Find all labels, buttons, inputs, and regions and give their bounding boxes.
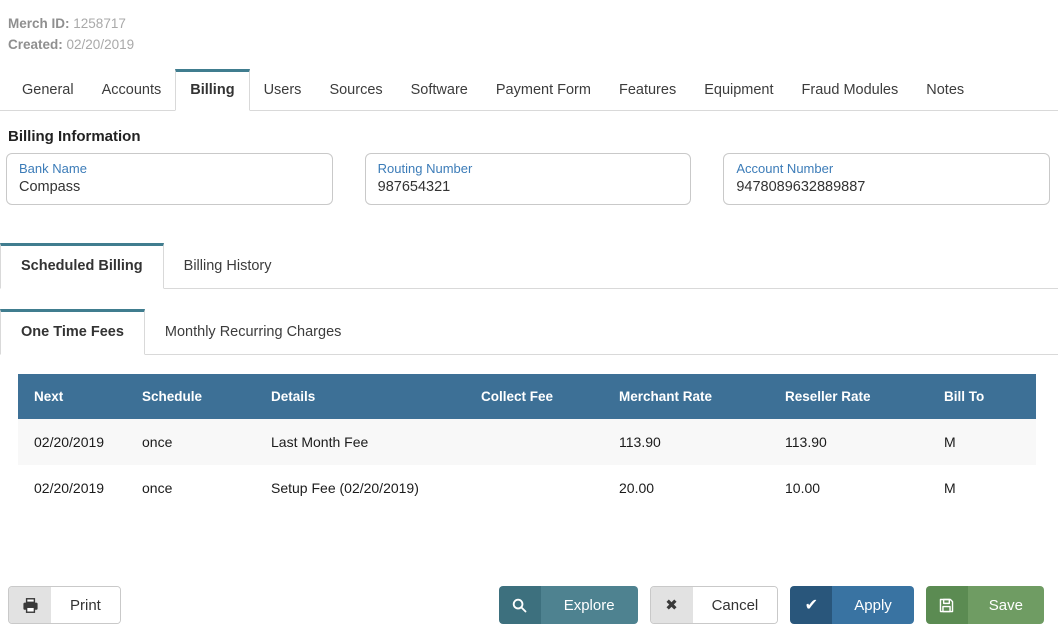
tab-scheduled-billing[interactable]: Scheduled Billing — [0, 243, 164, 289]
account-number-value[interactable]: 9478089632889887 — [736, 177, 1037, 197]
routing-number-field[interactable]: Routing Number 987654321 — [365, 153, 692, 205]
cancel-button[interactable]: ✖ Cancel — [650, 586, 779, 624]
cell-details: Last Month Fee — [255, 419, 465, 465]
tab-billing-history[interactable]: Billing History — [164, 244, 292, 288]
billing-subtabbar: Scheduled Billing Billing History — [0, 243, 1058, 289]
explore-button-label: Explore — [541, 586, 638, 624]
main-tabbar: General Accounts Billing Users Sources S… — [0, 69, 1058, 111]
account-number-field[interactable]: Account Number 9478089632889887 — [723, 153, 1050, 205]
account-number-label: Account Number — [736, 160, 1037, 177]
tab-general[interactable]: General — [8, 70, 88, 110]
table-row[interactable]: 02/20/2019 once Last Month Fee 113.90 11… — [18, 419, 1036, 465]
print-button[interactable]: Print — [8, 586, 121, 624]
explore-button[interactable]: Explore — [499, 586, 638, 624]
cell-collect-fee — [465, 465, 603, 511]
floppy-disk-icon — [926, 586, 968, 624]
cancel-button-label: Cancel — [693, 587, 778, 623]
cell-collect-fee — [465, 419, 603, 465]
merch-id-label: Merch ID: — [8, 16, 70, 31]
save-button[interactable]: Save — [926, 586, 1044, 624]
print-button-label: Print — [51, 587, 120, 623]
cell-details: Setup Fee (02/20/2019) — [255, 465, 465, 511]
col-next: Next — [18, 374, 126, 419]
cell-schedule: once — [126, 465, 255, 511]
table-header-row: Next Schedule Details Collect Fee Mercha… — [18, 374, 1036, 419]
bank-name-field[interactable]: Bank Name Compass — [6, 153, 333, 205]
tab-users[interactable]: Users — [250, 70, 316, 110]
col-details: Details — [255, 374, 465, 419]
routing-number-label: Routing Number — [378, 160, 679, 177]
cell-next: 02/20/2019 — [18, 419, 126, 465]
one-time-fees-table: Next Schedule Details Collect Fee Mercha… — [18, 374, 1036, 511]
merch-id-line: Merch ID: 1258717 — [8, 13, 1058, 34]
created-line: Created: 02/20/2019 — [8, 34, 1058, 55]
routing-number-value[interactable]: 987654321 — [378, 177, 679, 197]
printer-icon — [9, 587, 51, 623]
merch-id-value: 1258717 — [73, 16, 126, 31]
tab-monthly-recurring-charges[interactable]: Monthly Recurring Charges — [145, 310, 362, 354]
col-collect-fee: Collect Fee — [465, 374, 603, 419]
billing-information-title: Billing Information — [8, 128, 1050, 145]
cell-merchant-rate: 20.00 — [603, 465, 769, 511]
cell-bill-to: M — [928, 465, 1036, 511]
merchant-meta: Merch ID: 1258717 Created: 02/20/2019 — [0, 0, 1058, 55]
tab-sources[interactable]: Sources — [315, 70, 396, 110]
footer-action-bar: Print Explore ✖ Cancel ✔ Apply — [8, 586, 1044, 624]
cell-bill-to: M — [928, 419, 1036, 465]
col-bill-to: Bill To — [928, 374, 1036, 419]
x-icon: ✖ — [651, 587, 693, 623]
table-row[interactable]: 02/20/2019 once Setup Fee (02/20/2019) 2… — [18, 465, 1036, 511]
created-label: Created: — [8, 37, 63, 52]
search-icon — [499, 586, 541, 624]
tab-accounts[interactable]: Accounts — [88, 70, 176, 110]
created-value: 02/20/2019 — [67, 37, 135, 52]
tab-equipment[interactable]: Equipment — [690, 70, 787, 110]
col-schedule: Schedule — [126, 374, 255, 419]
tab-billing[interactable]: Billing — [175, 69, 249, 111]
cell-schedule: once — [126, 419, 255, 465]
bank-name-value[interactable]: Compass — [19, 177, 320, 197]
cell-merchant-rate: 113.90 — [603, 419, 769, 465]
cell-reseller-rate: 113.90 — [769, 419, 928, 465]
col-merchant-rate: Merchant Rate — [603, 374, 769, 419]
tab-payment-form[interactable]: Payment Form — [482, 70, 605, 110]
save-button-label: Save — [968, 586, 1044, 624]
fees-tabbar: One Time Fees Monthly Recurring Charges — [0, 309, 1058, 355]
cell-next: 02/20/2019 — [18, 465, 126, 511]
footer-right-buttons: Explore ✖ Cancel ✔ Apply Save — [499, 586, 1044, 624]
tab-one-time-fees[interactable]: One Time Fees — [0, 309, 145, 355]
tab-features[interactable]: Features — [605, 70, 690, 110]
apply-button[interactable]: ✔ Apply — [790, 586, 914, 624]
apply-button-label: Apply — [832, 586, 914, 624]
col-reseller-rate: Reseller Rate — [769, 374, 928, 419]
billing-fields: Bank Name Compass Routing Number 9876543… — [6, 153, 1050, 205]
tab-software[interactable]: Software — [397, 70, 482, 110]
tab-fraud-modules[interactable]: Fraud Modules — [788, 70, 913, 110]
check-icon: ✔ — [790, 586, 832, 624]
tab-notes[interactable]: Notes — [912, 70, 978, 110]
cell-reseller-rate: 10.00 — [769, 465, 928, 511]
bank-name-label: Bank Name — [19, 160, 320, 177]
